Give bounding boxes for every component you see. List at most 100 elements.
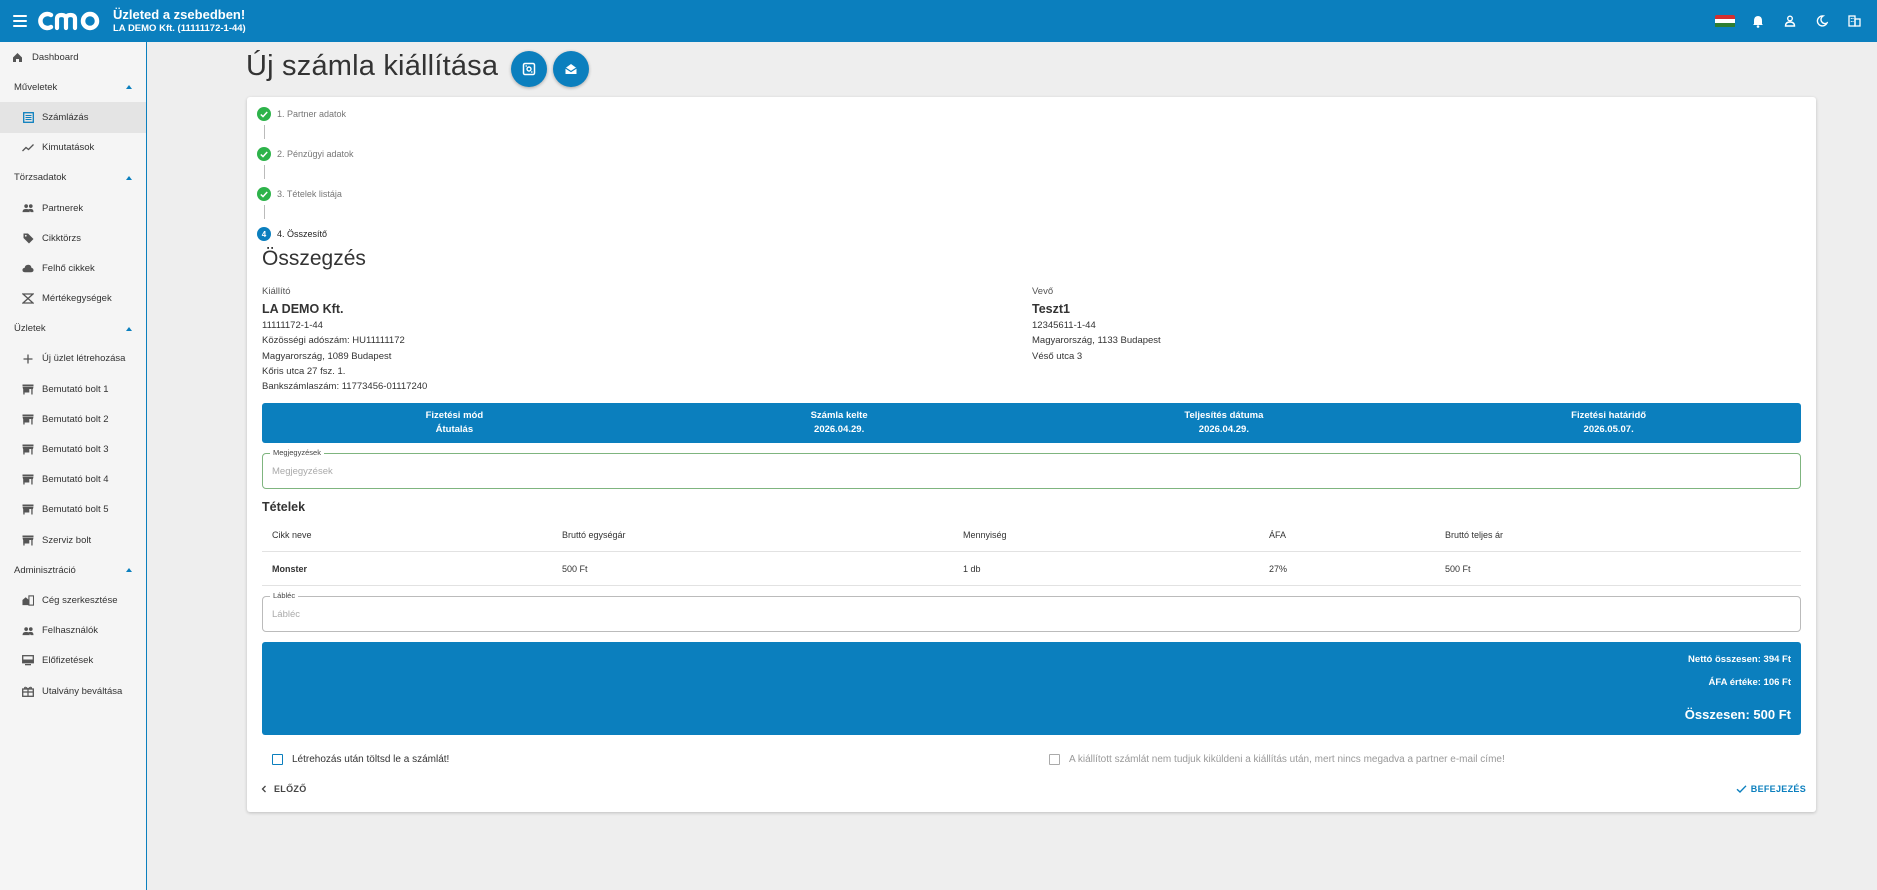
chart-icon: [22, 142, 34, 154]
plus-icon: [22, 353, 34, 365]
unit-price-cell: 500 Ft: [562, 563, 588, 574]
cmo-logo[interactable]: [37, 10, 107, 32]
store-icon: [22, 534, 34, 546]
column-header: Cikk neve: [272, 529, 312, 540]
sidebar-item-felhasznalok[interactable]: Felhasználók: [0, 616, 146, 646]
sidebar-item-mertekegysegek[interactable]: Mértékegységek: [0, 284, 146, 314]
check-circle-icon: [257, 147, 271, 161]
sidebar-item-label: Mértékegységek: [42, 293, 112, 305]
bell-icon[interactable]: [1749, 12, 1767, 30]
store-icon: [22, 504, 34, 516]
sidebar-item-label: Bemutató bolt 3: [42, 444, 109, 456]
sidebar-group-muveletek[interactable]: Műveletek: [0, 72, 146, 102]
sidebar-item-bemutato-bolt-4[interactable]: Bemutató bolt 4: [0, 465, 146, 495]
sidebar-item-label: Új üzlet létrehozása: [42, 353, 126, 365]
issuer-bank-account: Bankszámlaszám: 11773456-01117240: [262, 381, 428, 393]
sidebar-item-uj-uzlet[interactable]: Új üzlet létrehozása: [0, 344, 146, 374]
info-label: Fizetési határidő: [1571, 409, 1647, 421]
finish-button[interactable]: BEFEJEZÉS: [1736, 784, 1806, 794]
issuer-eu-tax-number: Közösségi adószám: HU11111172: [262, 335, 405, 347]
column-header: ÁFA: [1269, 529, 1287, 540]
sidebar-group-label: Műveletek: [14, 81, 58, 93]
sidebar-item-label: Felhasználók: [42, 625, 98, 637]
user-icon[interactable]: [1781, 12, 1799, 30]
preview-invoice-button[interactable]: [511, 51, 547, 87]
buyer-address-street: Véső utca 3: [1032, 350, 1083, 362]
sidebar-item-bemutato-bolt-1[interactable]: Bemutató bolt 1: [0, 374, 146, 404]
fulfillment-date: Teljesítés dátuma 2026.04.29.: [1032, 403, 1417, 443]
sidebar-group-torzsadatok[interactable]: Törzsadatok: [0, 163, 146, 193]
scale-icon: [22, 293, 34, 305]
sidebar-item-ceg-szerkesztese[interactable]: Cég szerkesztése: [0, 585, 146, 615]
send-email-checkbox: A kiállított számlát nem tudjuk kikülden…: [1049, 754, 1505, 765]
payment-method: Fizetési mód Átutalás: [262, 403, 647, 443]
buyer-label: Vevő: [1032, 286, 1054, 297]
footer-field[interactable]: Lábléc Lábléc: [262, 591, 1801, 632]
people-icon: [22, 202, 34, 214]
notes-placeholder: Megjegyzések: [272, 466, 333, 477]
step-items-list[interactable]: 3. Tételek listája: [257, 187, 342, 201]
column-header: Mennyiség: [963, 529, 1007, 540]
sidebar-group-adminisztracio[interactable]: Adminisztráció: [0, 555, 146, 585]
info-value: 2026.04.29.: [814, 424, 865, 435]
checkbox-box[interactable]: [272, 754, 283, 765]
gross-total-cell: 500 Ft: [1445, 563, 1471, 574]
sidebar-item-label: Felhő cikkek: [42, 262, 95, 274]
step-connector: [264, 205, 265, 219]
sidebar-group-label: Törzsadatok: [14, 172, 67, 184]
info-label: Fizetési mód: [425, 409, 484, 421]
moon-icon[interactable]: [1813, 12, 1831, 30]
list-icon: [22, 111, 34, 123]
building-icon[interactable]: [1845, 12, 1863, 30]
sidebar-item-label: Szerviz bolt: [42, 534, 92, 546]
sidebar-item-partnerek[interactable]: Partnerek: [0, 193, 146, 223]
chevron-up-icon: [126, 85, 132, 90]
sidebar-group-uzletek[interactable]: Üzletek: [0, 314, 146, 344]
sidebar-item-label: Bemutató bolt 1: [42, 383, 109, 395]
sidebar-item-szamlazas[interactable]: Számlázás: [0, 102, 146, 133]
payment-deadline: Fizetési határidő 2026.05.07.: [1416, 403, 1801, 443]
people-icon: [22, 625, 34, 637]
sidebar-item-bemutato-bolt-2[interactable]: Bemutató bolt 2: [0, 404, 146, 434]
sidebar-item-bemutato-bolt-5[interactable]: Bemutató bolt 5: [0, 495, 146, 525]
monitor-icon: [22, 655, 34, 667]
sidebar-item-felho-cikkek[interactable]: Felhő cikkek: [0, 253, 146, 283]
step-financial-data[interactable]: 2. Pénzügyi adatok: [257, 147, 354, 161]
sidebar-item-label: Dashboard: [32, 51, 79, 63]
chevron-up-icon: [126, 326, 132, 331]
company-subtitle: LA DEMO Kft. (11111172-1-44): [113, 23, 246, 35]
table-header-row: Cikk neve Bruttó egységár Mennyiség ÁFA …: [262, 518, 1801, 552]
invoice-date: Számla kelte 2026.04.29.: [647, 403, 1032, 443]
download-after-create-checkbox[interactable]: Létrehozás után töltsd le a számlát!: [272, 754, 449, 765]
info-label: Teljesítés dátuma: [1184, 409, 1264, 421]
footer-placeholder: Lábléc: [272, 609, 300, 620]
top-app-bar: Üzleted a zsebedben! LA DEMO Kft. (11111…: [0, 0, 1877, 42]
totals-panel: Nettó összesen: 394 Ft ÁFA értéke: 106 F…: [262, 642, 1801, 735]
sidebar-item-szerviz-bolt[interactable]: Szerviz bolt: [0, 525, 146, 555]
hungarian-flag-icon[interactable]: [1715, 14, 1735, 28]
check-circle-icon: [257, 107, 271, 121]
gift-icon: [22, 685, 34, 697]
sidebar-item-label: Bemutató bolt 4: [42, 474, 109, 486]
sidebar-item-kimutatasok[interactable]: Kimutatások: [0, 133, 146, 163]
sidebar-item-elofizetesek[interactable]: Előfizetések: [0, 646, 146, 676]
store-icon: [22, 474, 34, 486]
email-invoice-button[interactable]: [553, 51, 589, 87]
invoice-wizard-card: 1. Partner adatok 2. Pénzügyi adatok 3. …: [247, 97, 1816, 812]
issuer-label: Kiállító: [262, 286, 291, 297]
step-partner-data[interactable]: 1. Partner adatok: [257, 107, 346, 121]
sidebar-item-label: Cikktörzs: [42, 232, 82, 244]
store-icon: [22, 383, 34, 395]
sidebar-item-bemutato-bolt-3[interactable]: Bemutató bolt 3: [0, 434, 146, 464]
sidebar-item-utalvany-bevaltasa[interactable]: Utalvány beváltása: [0, 676, 146, 706]
sidebar-item-dashboard[interactable]: Dashboard: [0, 42, 146, 72]
item-name-cell: Monster: [272, 563, 308, 574]
sidebar-item-cikktorzs[interactable]: Cikktörzs: [0, 223, 146, 253]
notes-field[interactable]: Megjegyzések Megjegyzések: [262, 448, 1801, 489]
footer-label: Lábléc: [270, 591, 299, 600]
chevron-left-icon: [261, 785, 266, 793]
hamburger-menu-icon[interactable]: [13, 15, 27, 27]
step-summary[interactable]: 4 4. Összesítő: [257, 227, 327, 241]
items-section-title: Tételek: [262, 500, 306, 514]
previous-button[interactable]: ELŐZŐ: [259, 784, 307, 794]
